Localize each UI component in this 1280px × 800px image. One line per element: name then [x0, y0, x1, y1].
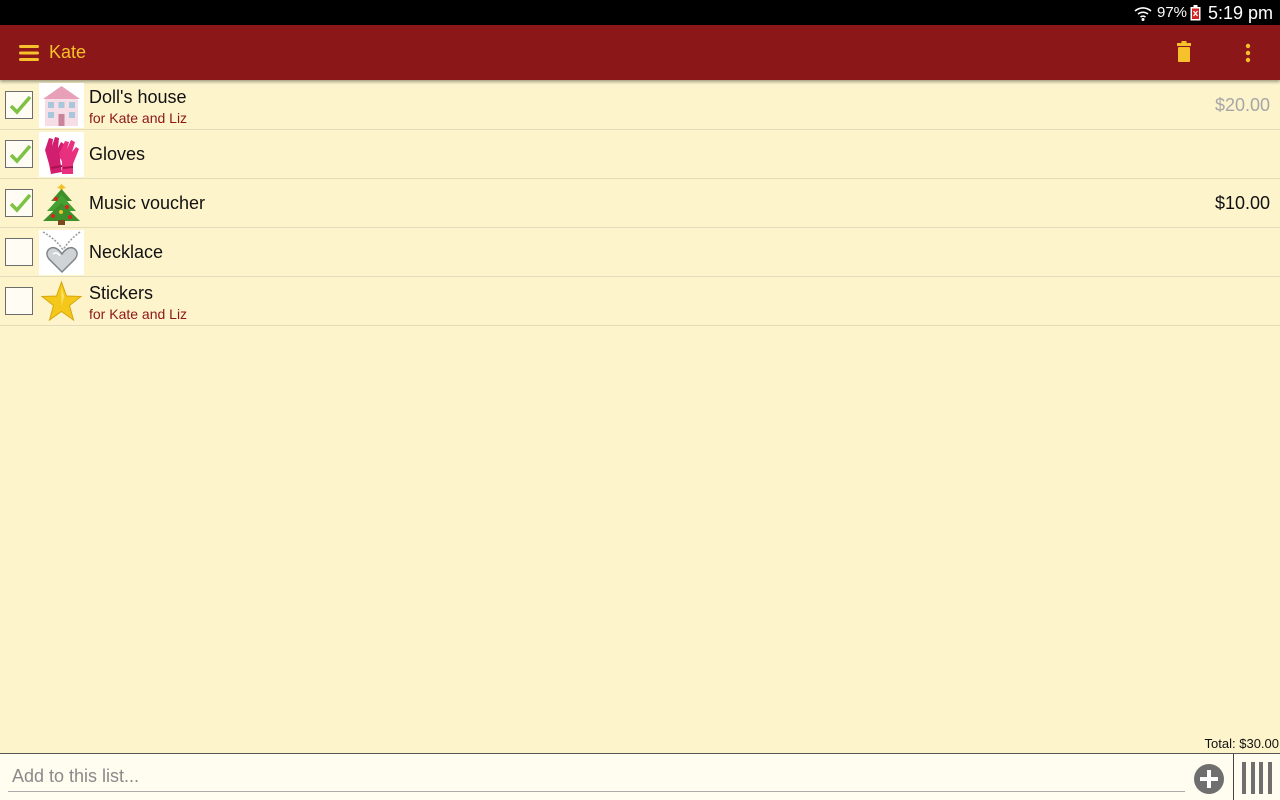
item-name: Gloves [89, 144, 146, 164]
item-price: $10.00 [1214, 193, 1270, 213]
item-checkbox[interactable] [5, 287, 33, 315]
item-checkbox[interactable] [5, 91, 33, 119]
battery-percent: 97% [1157, 4, 1188, 21]
list-item[interactable]: Music voucher $10.00 [0, 179, 1280, 228]
battery-icon [1190, 5, 1201, 21]
christmas-tree-icon [39, 181, 84, 226]
checkmark-icon [9, 193, 32, 213]
heart-necklace-icon [39, 230, 84, 275]
item-recipient: for Kate and Liz [89, 110, 188, 126]
item-name: Stickers [89, 283, 154, 303]
wifi-icon [1134, 7, 1152, 21]
trash-icon[interactable] [1172, 40, 1196, 66]
hamburger-menu-icon[interactable] [17, 41, 41, 65]
overflow-menu-icon[interactable] [1236, 40, 1260, 66]
list-item[interactable]: Necklace [0, 228, 1280, 277]
list-title: Kate [49, 42, 87, 62]
item-price: $20.00 [1214, 95, 1270, 115]
status-bar: 97% 5:19 pm [0, 0, 1280, 25]
list-item[interactable]: Gloves [0, 130, 1280, 179]
list-total: Total: $30.00 [1204, 736, 1279, 751]
dolls-house-icon [39, 83, 84, 128]
item-name: Doll's house [89, 87, 187, 107]
item-checkbox[interactable] [5, 238, 33, 266]
add-circle-icon[interactable] [1193, 763, 1225, 795]
add-item-input[interactable] [8, 762, 1185, 792]
barcode-scanner-icon[interactable] [1240, 761, 1274, 795]
gloves-icon [39, 132, 84, 177]
item-checkbox[interactable] [5, 189, 33, 217]
list-item[interactable]: Stickers for Kate and Liz [0, 277, 1280, 326]
list-item[interactable]: Doll's house for Kate and Liz $20.00 [0, 81, 1280, 130]
add-item-bar [0, 753, 1280, 800]
item-recipient: for Kate and Liz [89, 306, 188, 322]
gift-list: Doll's house for Kate and Liz $20.00 Glo… [0, 81, 1280, 326]
checkmark-icon [9, 144, 32, 164]
star-icon [39, 279, 84, 324]
clock: 5:19 pm [1208, 3, 1274, 23]
checkmark-icon [9, 95, 32, 115]
item-name: Necklace [89, 242, 164, 262]
app-bar: Kate [0, 25, 1280, 80]
item-name: Music voucher [89, 193, 206, 213]
divider [1233, 754, 1234, 800]
item-checkbox[interactable] [5, 140, 33, 168]
